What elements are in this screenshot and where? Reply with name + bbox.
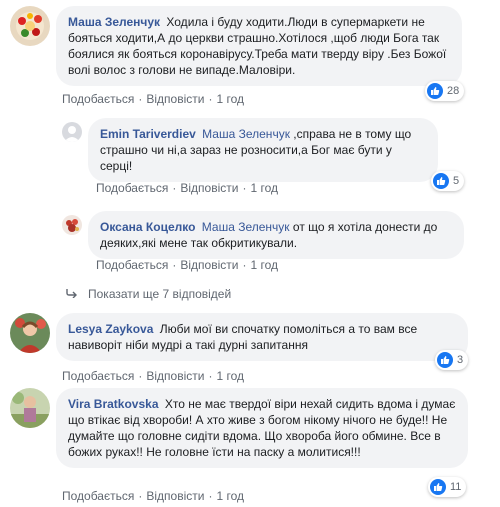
reaction-number: 3	[457, 354, 464, 366]
comment-actions: Подобається · Відповісти · 1 год	[62, 369, 244, 383]
avatar[interactable]	[62, 122, 82, 142]
avatar[interactable]	[10, 388, 50, 428]
reply-link[interactable]: Відповісти	[180, 181, 238, 195]
mention-link[interactable]: Маша Зеленчук	[202, 220, 290, 234]
timestamp[interactable]: 1 год	[216, 489, 244, 503]
comment-author[interactable]: Lesya Zaykova	[68, 322, 153, 336]
mention-link[interactable]: Маша Зеленчук	[202, 127, 290, 141]
like-link[interactable]: Подобається	[62, 369, 134, 383]
thumbs-up-icon	[430, 479, 446, 495]
comment-author[interactable]: Оксана Коцелко	[100, 220, 195, 234]
separator: ·	[242, 181, 247, 195]
comment-actions: Подобається · Відповісти · 1 год	[96, 258, 278, 272]
reply-link[interactable]: Відповісти	[180, 258, 238, 272]
more-replies-link[interactable]: Показати ще 7 відповідей	[66, 287, 231, 301]
comment-bubble: Emin Tariverdiev Маша Зеленчук ,справа н…	[88, 118, 438, 182]
comment-author[interactable]: Vira Bratkovska	[68, 397, 159, 411]
like-link[interactable]: Подобається	[62, 489, 134, 503]
avatar[interactable]	[62, 215, 82, 235]
reaction-count[interactable]: 11	[428, 477, 467, 497]
separator: ·	[208, 369, 213, 383]
comment-author[interactable]: Emin Tariverdiev	[100, 127, 196, 141]
separator: ·	[138, 369, 143, 383]
reaction-count[interactable]: 28	[425, 81, 465, 101]
comment-bubble: Vira Bratkovska Хто не має твердої віри …	[56, 388, 468, 468]
thumbs-up-icon	[433, 173, 449, 189]
separator: ·	[242, 258, 247, 272]
reply-arrow-icon	[66, 287, 78, 301]
comment-bubble: Lesya Zaykova Люби мої ви спочатку помол…	[56, 313, 468, 361]
reaction-number: 28	[447, 85, 460, 97]
reply-link[interactable]: Відповісти	[146, 369, 204, 383]
thumbs-up-icon	[437, 352, 453, 368]
comment-actions: Подобається · Відповісти · 1 год	[62, 92, 244, 106]
comment-author[interactable]: Маша Зеленчук	[68, 15, 160, 29]
reply-link[interactable]: Відповісти	[146, 92, 204, 106]
reaction-count[interactable]: 3	[435, 350, 469, 370]
separator: ·	[138, 92, 143, 106]
comment-bubble: Оксана Коцелко Маша Зеленчук от що я хот…	[88, 211, 464, 259]
comment-actions: Подобається · Відповісти · 1 год	[96, 181, 278, 195]
timestamp[interactable]: 1 год	[250, 258, 278, 272]
like-link[interactable]: Подобається	[96, 258, 168, 272]
separator: ·	[208, 489, 213, 503]
comment-actions: Подобається · Відповісти · 1 год	[62, 489, 244, 503]
like-link[interactable]: Подобається	[96, 181, 168, 195]
separator: ·	[208, 92, 213, 106]
reaction-number: 11	[450, 481, 462, 493]
reaction-number: 5	[453, 175, 460, 187]
avatar[interactable]	[10, 6, 50, 46]
separator: ·	[172, 181, 177, 195]
timestamp[interactable]: 1 год	[216, 369, 244, 383]
separator: ·	[172, 258, 177, 272]
timestamp[interactable]: 1 год	[250, 181, 278, 195]
comment-bubble: Маша Зеленчук Ходила і буду ходити.Люди …	[56, 6, 462, 86]
thumbs-up-icon	[427, 83, 443, 99]
reply-link[interactable]: Відповісти	[146, 489, 204, 503]
reaction-count[interactable]: 5	[431, 171, 465, 191]
like-link[interactable]: Подобається	[62, 92, 134, 106]
avatar[interactable]	[10, 313, 50, 353]
separator: ·	[138, 489, 143, 503]
more-replies-label[interactable]: Показати ще 7 відповідей	[88, 287, 231, 301]
timestamp[interactable]: 1 год	[216, 92, 244, 106]
